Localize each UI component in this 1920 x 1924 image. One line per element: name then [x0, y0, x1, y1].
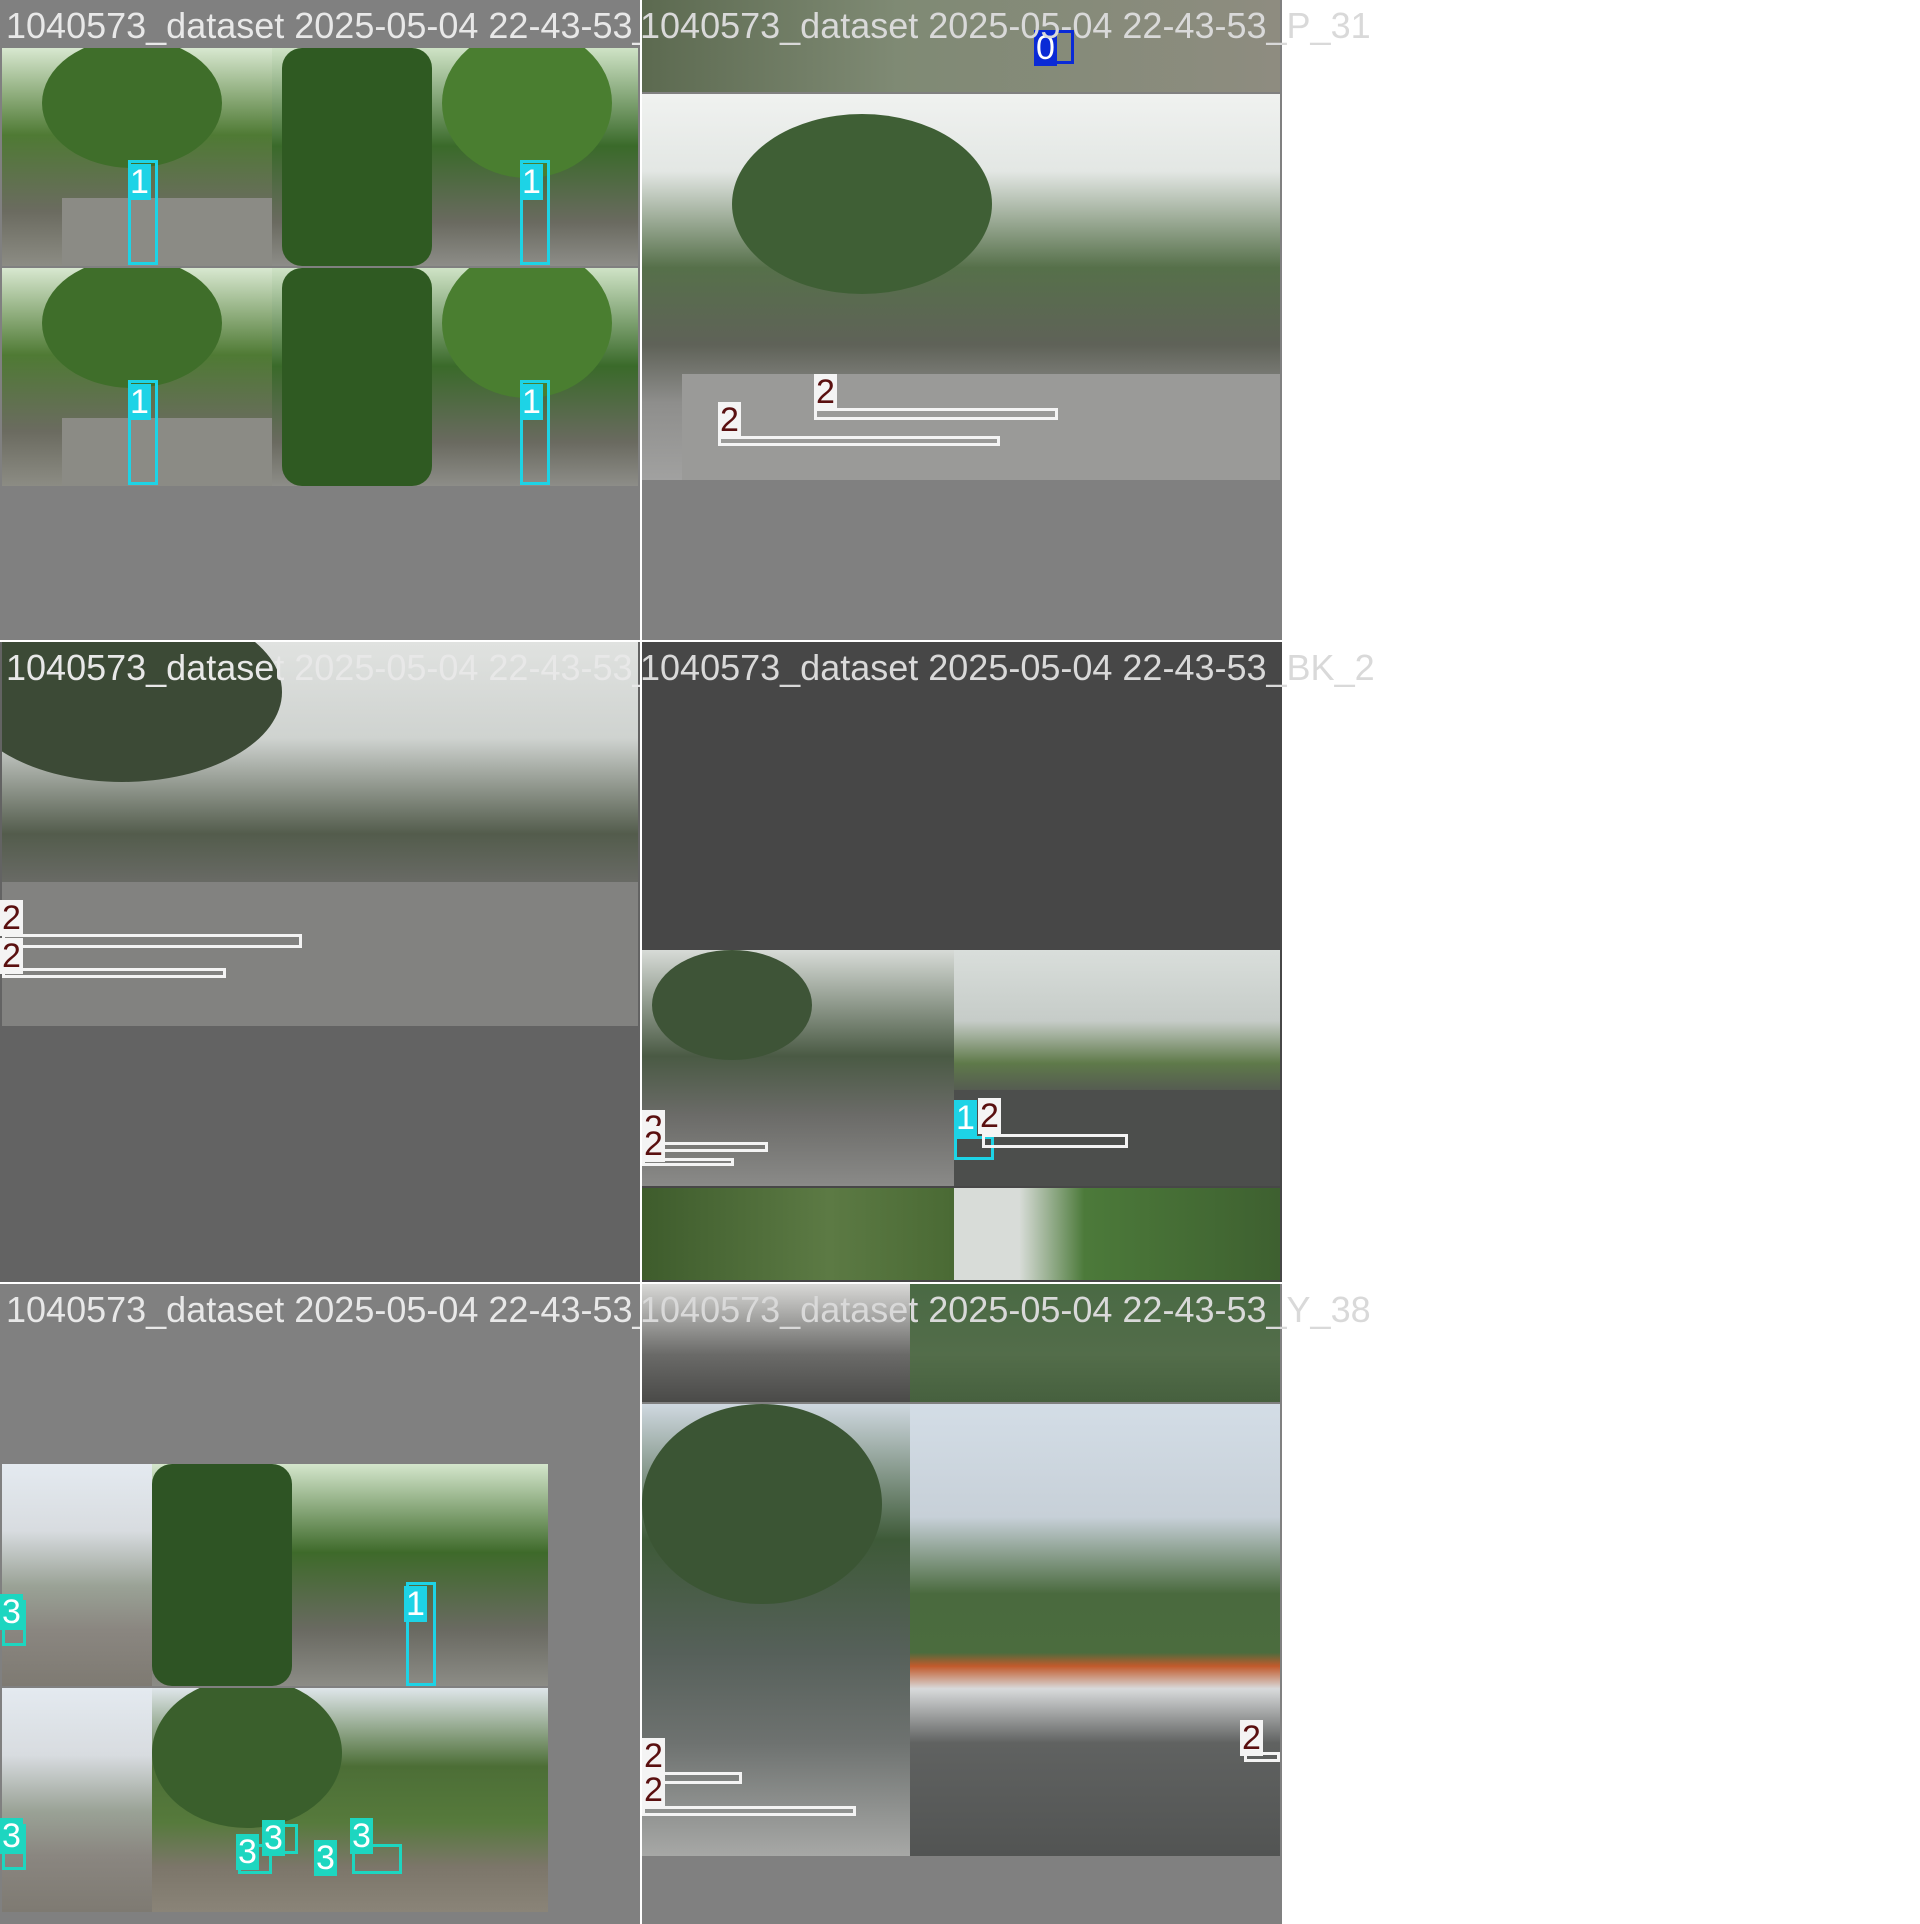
sub-image — [272, 268, 638, 486]
mosaic-tile-1: 1040573_dataset 2025-05-04 22-43-53_X_58… — [0, 0, 640, 640]
tile-title: 1040573_dataset 2025-05-04 22-43-53_AD_7 — [6, 647, 640, 688]
grid-divider — [0, 1282, 1282, 1284]
mosaic-tile-2: 1040573_dataset 2025-05-04 22-43-53_P_31… — [640, 0, 1371, 640]
bbox-label: 1 — [404, 1585, 427, 1623]
bbox-label: 2 — [718, 401, 741, 439]
bbox-label: 2 — [1240, 1719, 1263, 1757]
bbox-class-2 — [814, 408, 1058, 420]
sub-image — [272, 48, 638, 266]
mosaic-tile-4: 1040573_dataset 2025-05-04 22-43-53_BK_2… — [640, 642, 1375, 1282]
bbox-label: 2 — [0, 899, 23, 937]
bbox-class-2 — [2, 934, 302, 948]
bbox-label: 2 — [814, 373, 837, 411]
sub-image — [954, 950, 1280, 1186]
bbox-label: 1 — [954, 1099, 977, 1137]
bbox-class-2 — [718, 436, 1000, 446]
grid-divider — [0, 640, 1282, 642]
bbox-label: 3 — [0, 1817, 23, 1855]
tile-title: 1040573_dataset 2025-05-04 22-43-53_Y_38 — [640, 1289, 1371, 1330]
tile-title: 1040573_dataset 2025-05-04 22-43-53_P_31 — [640, 5, 1371, 46]
bbox-label: 3 — [262, 1819, 285, 1857]
bbox-label: 1 — [128, 163, 151, 201]
tile-title: 1040573_dataset 2025-05-04 22-43-53_X_58 — [6, 5, 640, 46]
bbox-label: 3 — [314, 1839, 337, 1877]
sub-image — [642, 1404, 910, 1856]
bbox-label: 1 — [520, 163, 543, 201]
bbox-label: 2 — [642, 1125, 665, 1163]
sub-image — [2, 1464, 152, 1686]
bbox-label: 3 — [350, 1817, 373, 1855]
mosaic-tile-3: 1040573_dataset 2025-05-04 22-43-53_AD_7… — [0, 642, 640, 1282]
bbox-label: 1 — [128, 383, 151, 421]
tile-title: 1040573_dataset 2025-05-04 22-43-53_BK_2 — [640, 647, 1375, 688]
bbox-label: 3 — [0, 1593, 23, 1631]
mosaic-tile-5: 1040573_dataset 2025-05-04 22-43-53_X_62… — [0, 1284, 640, 1924]
bbox-label: 2 — [642, 1737, 665, 1775]
bbox-label: 2 — [0, 937, 23, 975]
tile-title: 1040573_dataset 2025-05-04 22-43-53_X_62 — [6, 1289, 640, 1330]
bbox-label: 1 — [520, 383, 543, 421]
bbox-class-2 — [642, 1806, 856, 1816]
bbox-label: 2 — [642, 1771, 665, 1809]
sub-image — [642, 1188, 954, 1280]
sub-image — [910, 1404, 1280, 1856]
mosaic-tile-6: 1040573_dataset 2025-05-04 22-43-53_Y_38… — [640, 1284, 1371, 1924]
bbox-label: 3 — [236, 1833, 259, 1871]
grid-divider — [640, 0, 642, 1920]
sub-image — [152, 1688, 548, 1912]
sub-image — [152, 1464, 548, 1686]
sub-image — [954, 1188, 1280, 1280]
sub-image — [2, 1688, 152, 1912]
bbox-label: 2 — [978, 1097, 1001, 1135]
bbox-class-2 — [2, 968, 226, 978]
bbox-class-2 — [982, 1134, 1128, 1148]
